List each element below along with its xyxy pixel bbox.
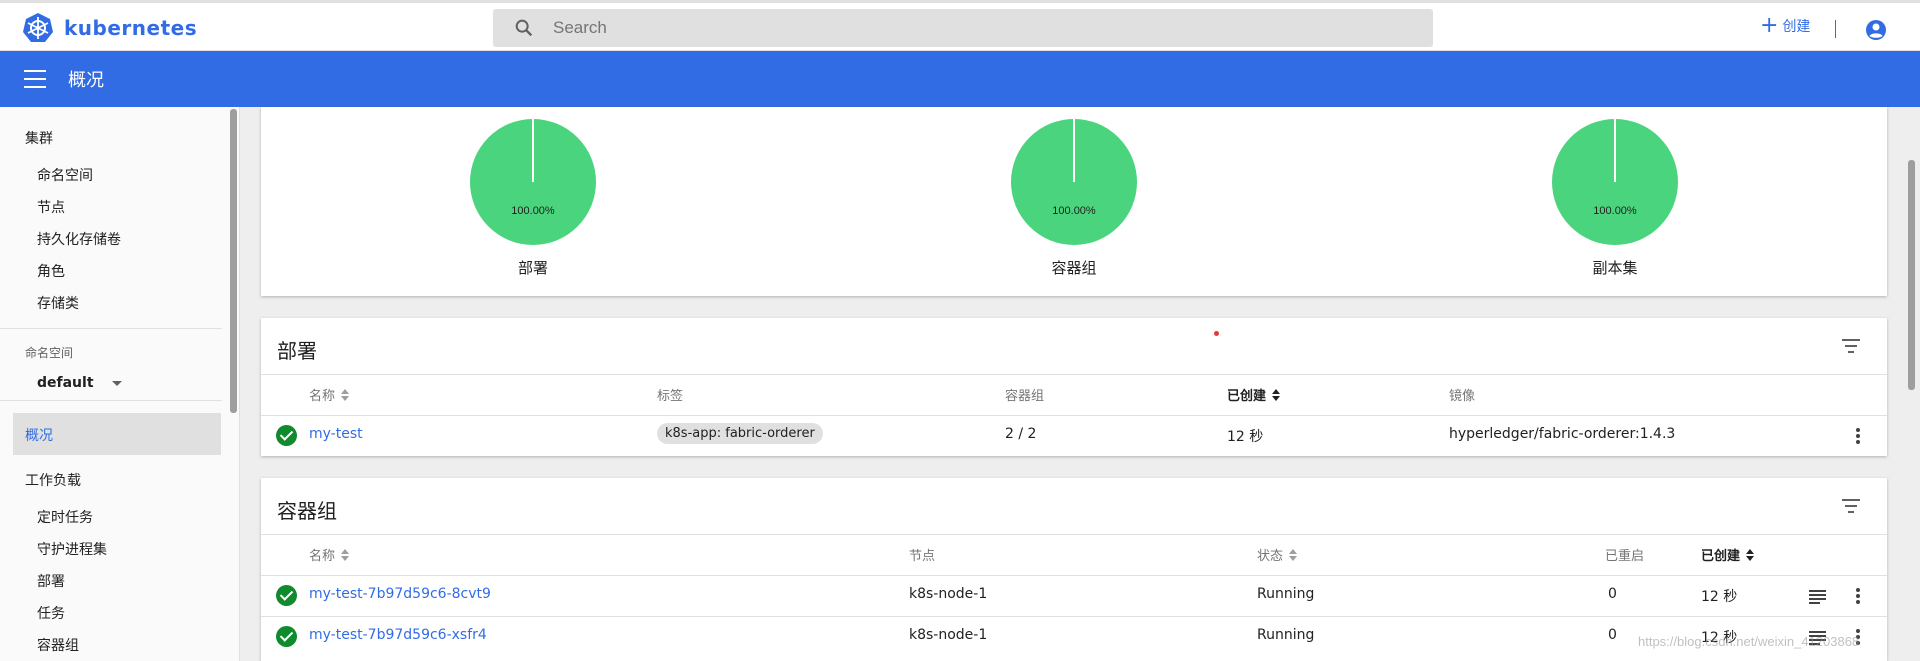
create-label: 创建 [1782,19,1811,35]
success-check-icon [276,585,297,606]
card-title: 部署 [277,339,317,363]
success-check-icon [276,425,297,446]
top-toolbar: kubernetes + 创建 [0,0,1920,51]
pods-count: 2 / 2 [1005,426,1037,442]
more-actions-icon[interactable] [1856,588,1860,604]
column-header-status[interactable]: 状态 [1257,545,1298,564]
sort-icon [341,388,350,401]
sidebar-item-daemon-sets[interactable]: 守护进程集 [37,539,107,559]
pod-node: k8s-node-1 [909,586,988,602]
sidebar: 集群 命名空间 节点 持久化存储卷 角色 存储类 命名空间 default 概况… [0,107,240,661]
sort-icon [341,548,350,561]
main-scrollbar[interactable] [1908,160,1915,390]
sort-icon [1289,548,1298,561]
namespace-label: 命名空间 [25,346,74,360]
created-age: 12 秒 [1227,429,1264,445]
kubernetes-logo-icon [23,13,53,42]
brand[interactable]: kubernetes [22,12,197,44]
pod-restarts: 0 [1608,627,1617,643]
namespace-selected: default [37,375,94,391]
sidebar-item-nodes[interactable]: 节点 [37,197,65,217]
menu-icon[interactable] [24,70,46,88]
cursor-dot [1214,331,1219,336]
pods-status-chart: 100.00% [1011,119,1137,245]
pod-restarts: 0 [1608,586,1617,602]
deployments-card: 部署 名称 标签 容器组 已创建 镜像 my-test k8s-app: fab… [261,318,1887,456]
column-header-pods: 容器组 [1005,389,1045,404]
sidebar-item-jobs[interactable]: 任务 [37,603,65,623]
search-bar[interactable] [493,9,1433,47]
pod-status: Running [1257,586,1315,602]
dropdown-caret-icon [112,380,122,386]
brand-name: kubernetes [64,16,198,40]
column-header-name[interactable]: 名称 [309,545,350,564]
replica-sets-status-chart: 100.00% [1552,119,1678,245]
deployments-status-chart: 100.00% [470,119,596,245]
sidebar-divider [0,328,222,329]
sidebar-scrollbar[interactable] [230,109,237,413]
sort-icon [1272,388,1281,401]
column-header-name[interactable]: 名称 [309,385,350,404]
create-button[interactable]: + 创建 [1760,13,1811,38]
account-icon[interactable] [1865,19,1887,41]
namespace-select[interactable]: default [37,375,122,391]
sidebar-item-pods[interactable]: 容器组 [37,635,79,655]
filter-icon[interactable] [1842,339,1860,353]
more-actions-icon[interactable] [1856,428,1860,444]
sort-icon [1746,548,1755,561]
chart-label: 部署 [517,259,548,277]
add-icon: + [1760,13,1779,38]
pod-name-link[interactable]: my-test-7b97d59c6-xsfr4 [309,627,487,643]
sidebar-item-deployments[interactable]: 部署 [37,571,65,591]
column-header-node: 节点 [909,549,936,564]
sidebar-item-cron-jobs[interactable]: 定时任务 [37,507,93,527]
page-header: 概况 [0,51,1920,107]
sidebar-item-overview[interactable]: 概况 [13,413,221,455]
column-header-labels: 标签 [657,389,684,404]
image-name: hyperledger/fabric-orderer:1.4.3 [1449,426,1676,442]
column-header-created[interactable]: 已创建 [1227,385,1281,404]
pod-node: k8s-node-1 [909,627,988,643]
sidebar-item-overview-label: 概况 [25,428,53,444]
toolbar-divider [1835,20,1836,38]
pod-status: Running [1257,627,1315,643]
created-age: 12 秒 [1701,589,1738,605]
watermark: https://blog.csdn.net/weixin_41203868 [1638,634,1860,649]
page-title: 概况 [68,70,104,91]
sidebar-section-workloads[interactable]: 工作负载 [25,470,81,490]
chart-label: 容器组 [1051,259,1097,277]
chart-percent-label: 100.00% [1593,205,1637,217]
chart-percent-label: 100.00% [511,205,555,217]
sidebar-item-namespaces[interactable]: 命名空间 [37,165,93,185]
workload-status-card: 100.00% 部署 100.00% 容器组 100.00% 副本集 [261,107,1887,296]
label-chip: k8s-app: fabric-orderer [657,423,823,444]
sidebar-section-cluster[interactable]: 集群 [25,128,53,148]
filter-icon[interactable] [1842,499,1860,513]
search-input[interactable] [553,18,1353,38]
sidebar-item-persistent-volumes[interactable]: 持久化存储卷 [37,229,121,249]
logs-icon[interactable] [1809,590,1826,604]
success-check-icon [276,626,297,647]
column-header-created[interactable]: 已创建 [1701,545,1755,564]
column-header-restarts: 已重启 [1605,549,1645,564]
search-icon [515,19,533,37]
chart-percent-label: 100.00% [1052,205,1096,217]
sidebar-item-storage-classes[interactable]: 存储类 [37,293,79,313]
chart-label: 副本集 [1592,259,1638,277]
sidebar-item-roles[interactable]: 角色 [37,261,65,281]
sidebar-divider [0,400,222,401]
column-header-images: 镜像 [1449,389,1476,404]
deployment-name-link[interactable]: my-test [309,426,363,442]
card-title: 容器组 [277,499,337,523]
pod-name-link[interactable]: my-test-7b97d59c6-8cvt9 [309,586,491,602]
